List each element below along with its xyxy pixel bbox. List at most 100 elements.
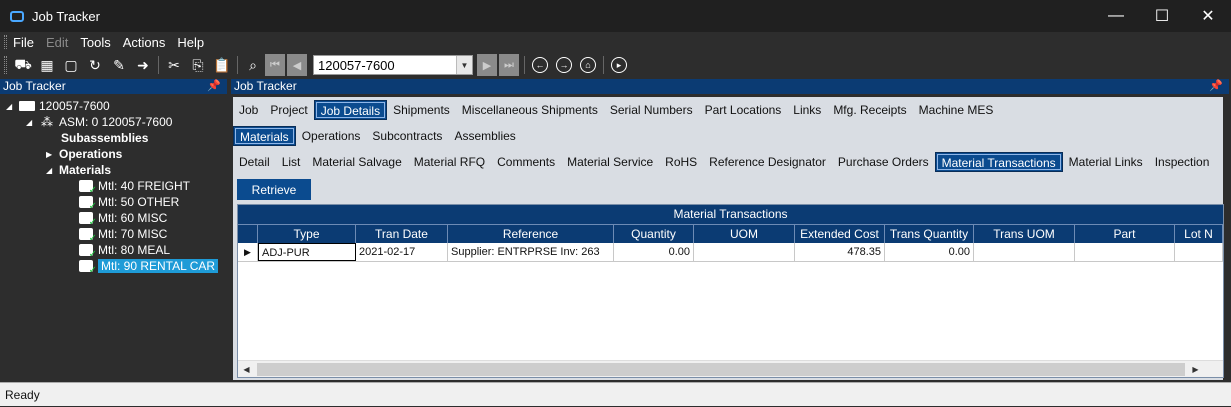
cell-tran-date[interactable]: 2021-02-17 [356, 243, 448, 261]
new-icon[interactable]: ⛟ [11, 54, 35, 76]
tree-node-subassemblies[interactable]: Subassemblies [61, 130, 148, 146]
refresh-icon[interactable]: ↻ [83, 54, 107, 76]
tab-job-details[interactable]: Job Details [313, 100, 388, 120]
tree-node-root[interactable]: ◢ 120057-7600 [6, 98, 110, 114]
horizontal-scrollbar[interactable]: ◀ ▶ [238, 360, 1223, 377]
toolbar-grip[interactable] [4, 56, 7, 74]
job-input[interactable] [314, 56, 454, 74]
tab-part-locations[interactable]: Part Locations [699, 100, 788, 120]
tree-node-material[interactable]: Mtl: 40 FREIGHT [78, 178, 190, 196]
forward-icon[interactable]: ➜ [131, 54, 155, 76]
column-header-part[interactable]: Part [1075, 224, 1175, 243]
tree-node-material-selected[interactable]: Mtl: 90 RENTAL CAR [78, 258, 219, 276]
tab-project[interactable]: Project [264, 100, 313, 120]
tab-list[interactable]: List [276, 152, 307, 172]
cell-part[interactable] [1075, 243, 1175, 261]
tab-detail[interactable]: Detail [233, 152, 276, 172]
cell-extended-cost[interactable]: 478.35 [795, 243, 885, 261]
first-record-button[interactable]: ⏮ [265, 54, 285, 76]
menu-tools[interactable]: Tools [80, 35, 110, 50]
tree-node-material[interactable]: Mtl: 70 MISC [78, 226, 167, 244]
cell-trans-uom[interactable] [974, 243, 1075, 261]
tab-inspection[interactable]: Inspection [1149, 152, 1216, 172]
close-button[interactable]: ✕ [1185, 0, 1231, 32]
column-header-tran-date[interactable]: Tran Date [356, 224, 448, 243]
column-header-lot[interactable]: Lot N [1175, 224, 1223, 243]
expand-icon[interactable]: ▶ [46, 150, 56, 159]
retrieve-button[interactable]: Retrieve [237, 179, 311, 200]
menu-file[interactable]: File [13, 35, 34, 50]
back-icon[interactable]: ← [532, 57, 548, 73]
tree-node-operations[interactable]: ▶ Operations [46, 146, 122, 162]
tab-material-links[interactable]: Material Links [1063, 152, 1149, 172]
tree-node-material[interactable]: Mtl: 80 MEAL [78, 242, 170, 260]
tree-node-materials[interactable]: ◢ Materials [46, 162, 111, 178]
tab-reference-designator[interactable]: Reference Designator [703, 152, 832, 172]
tab-subcontracts[interactable]: Subcontracts [366, 126, 448, 146]
tab-links[interactable]: Links [787, 100, 827, 120]
tab-material-transactions[interactable]: Material Transactions [934, 152, 1063, 172]
cell-type[interactable]: ADJ-PUR [258, 243, 356, 261]
tab-material-rfq[interactable]: Material RFQ [408, 152, 491, 172]
column-header-reference[interactable]: Reference [448, 224, 614, 243]
collapse-icon[interactable]: ◢ [46, 166, 56, 175]
tab-serial-numbers[interactable]: Serial Numbers [604, 100, 699, 120]
tab-rohs[interactable]: RoHS [659, 152, 703, 172]
tab-comments[interactable]: Comments [491, 152, 561, 172]
column-header-extended-cost[interactable]: Extended Cost [795, 224, 885, 243]
menu-actions[interactable]: Actions [123, 35, 166, 50]
tab-job[interactable]: Job [233, 100, 264, 120]
table-row[interactable]: ▶ ADJ-PUR 2021-02-17 Supplier: ENTRPRSE … [238, 243, 1223, 262]
tree-node-asm[interactable]: ◢ ⁂ ASM: 0 120057-7600 [26, 114, 172, 130]
next-record-button[interactable]: ▶ [477, 54, 497, 76]
tree-node-material[interactable]: Mtl: 60 MISC [78, 210, 167, 228]
scroll-thumb[interactable] [257, 362, 1185, 376]
scroll-left-icon[interactable]: ◀ [238, 361, 255, 378]
tab-material-service[interactable]: Material Service [561, 152, 659, 172]
cell-uom[interactable] [694, 243, 795, 261]
cell-trans-quantity[interactable]: 0.00 [885, 243, 974, 261]
scroll-right-icon[interactable]: ▶ [1187, 361, 1204, 378]
grid-icon[interactable]: ▦ [35, 54, 59, 76]
row-selector-arrow-icon[interactable]: ▶ [238, 243, 258, 261]
tab-operations[interactable]: Operations [296, 126, 367, 146]
previous-record-button[interactable]: ◀ [287, 54, 307, 76]
pin-icon[interactable]: 📌 [207, 79, 221, 94]
forward-circle-icon[interactable]: → [556, 57, 572, 73]
chevron-down-icon[interactable]: ▼ [456, 56, 472, 74]
last-record-button[interactable]: ⏭ [499, 54, 519, 76]
collapse-icon[interactable]: ◢ [26, 118, 36, 127]
cell-quantity[interactable]: 0.00 [614, 243, 694, 261]
menu-edit[interactable]: Edit [46, 35, 68, 50]
column-header-trans-quantity[interactable]: Trans Quantity [885, 224, 974, 243]
tab-mfg-receipts[interactable]: Mfg. Receipts [827, 100, 912, 120]
menu-grip[interactable] [4, 35, 7, 49]
tab-materials[interactable]: Materials [233, 126, 296, 146]
tab-shipments[interactable]: Shipments [387, 100, 456, 120]
cell-reference[interactable]: Supplier: ENTRPRSE Inv: 263 [448, 243, 614, 261]
tab-material-salvage[interactable]: Material Salvage [306, 152, 407, 172]
column-header-uom[interactable]: UOM [694, 224, 795, 243]
play-icon[interactable]: ▸ [611, 57, 627, 73]
clear-icon[interactable]: ✎ [107, 54, 131, 76]
tab-machine-mes[interactable]: Machine MES [913, 100, 1000, 120]
tab-assemblies[interactable]: Assemblies [448, 126, 521, 146]
tab-misc-shipments[interactable]: Miscellaneous Shipments [456, 100, 604, 120]
search-icon[interactable]: ⌕ [241, 54, 265, 76]
column-header-type[interactable]: Type [258, 224, 356, 243]
note-icon[interactable]: ▢ [59, 54, 83, 76]
pin-icon[interactable]: 📌 [1209, 79, 1223, 94]
home-icon[interactable]: ⌂ [580, 57, 596, 73]
paste-icon[interactable]: 📋 [210, 54, 234, 76]
minimize-button[interactable]: — [1093, 0, 1139, 32]
copy-icon[interactable]: ⎘ [186, 54, 210, 76]
column-header-quantity[interactable]: Quantity [614, 224, 694, 243]
maximize-button[interactable]: ☐ [1139, 0, 1185, 32]
column-header-trans-uom[interactable]: Trans UOM [974, 224, 1075, 243]
cut-icon[interactable]: ✂ [162, 54, 186, 76]
job-combo[interactable]: ▼ [313, 55, 473, 75]
menu-help[interactable]: Help [177, 35, 204, 50]
tree-node-material[interactable]: Mtl: 50 OTHER [78, 194, 179, 212]
tab-purchase-orders[interactable]: Purchase Orders [832, 152, 935, 172]
collapse-icon[interactable]: ◢ [6, 102, 16, 111]
